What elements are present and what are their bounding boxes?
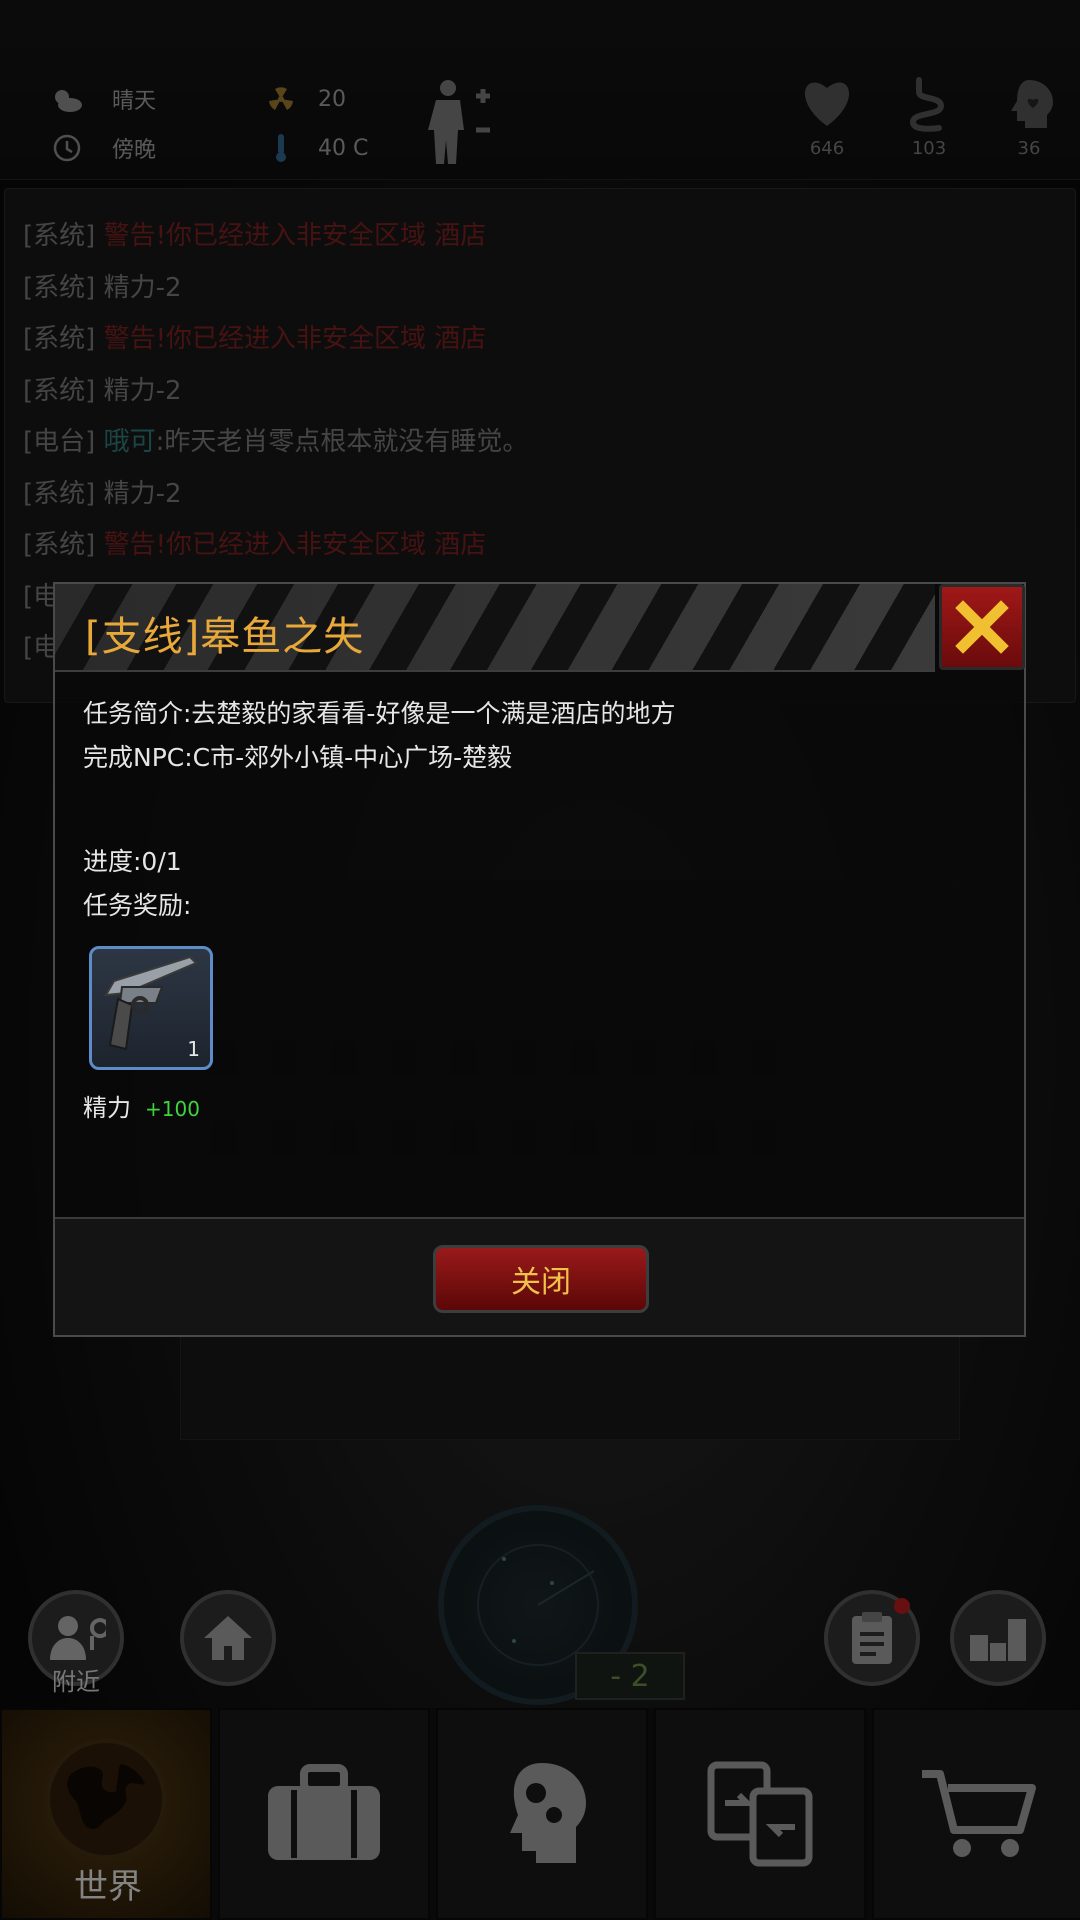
reward-stat-name: 精力 <box>83 1094 131 1122</box>
quest-npc: 完成NPC:C市-郊外小镇-中心广场-楚毅 <box>83 743 513 772</box>
reward-item-count: 1 <box>187 1037 200 1061</box>
quest-description: 任务简介:去楚毅的家看看-好像是一个满是酒店的地方 <box>83 699 676 728</box>
dialog-footer: 关闭 <box>55 1217 1024 1335</box>
close-button[interactable]: 关闭 <box>433 1245 649 1313</box>
dialog-title: [支线]皋鱼之失 <box>85 614 365 660</box>
reward-label: 任务奖励: <box>83 891 192 920</box>
quest-progress: 进度:0/1 <box>83 847 182 876</box>
dialog-body: 任务简介:去楚毅的家看看-好像是一个满是酒店的地方 完成NPC:C市-郊外小镇-… <box>83 694 1003 930</box>
reward-stat-value: +100 <box>145 1097 200 1121</box>
reward-item-slot[interactable]: 1 <box>89 946 213 1070</box>
dialog-header: [支线]皋鱼之失 <box>55 584 935 672</box>
quest-dialog: [支线]皋鱼之失 任务简介:去楚毅的家看看-好像是一个满是酒店的地方 完成NPC… <box>53 582 1026 1337</box>
close-icon <box>955 600 1009 654</box>
close-x-button[interactable] <box>939 584 1025 670</box>
reward-stat: 精力 +100 <box>83 1088 200 1123</box>
